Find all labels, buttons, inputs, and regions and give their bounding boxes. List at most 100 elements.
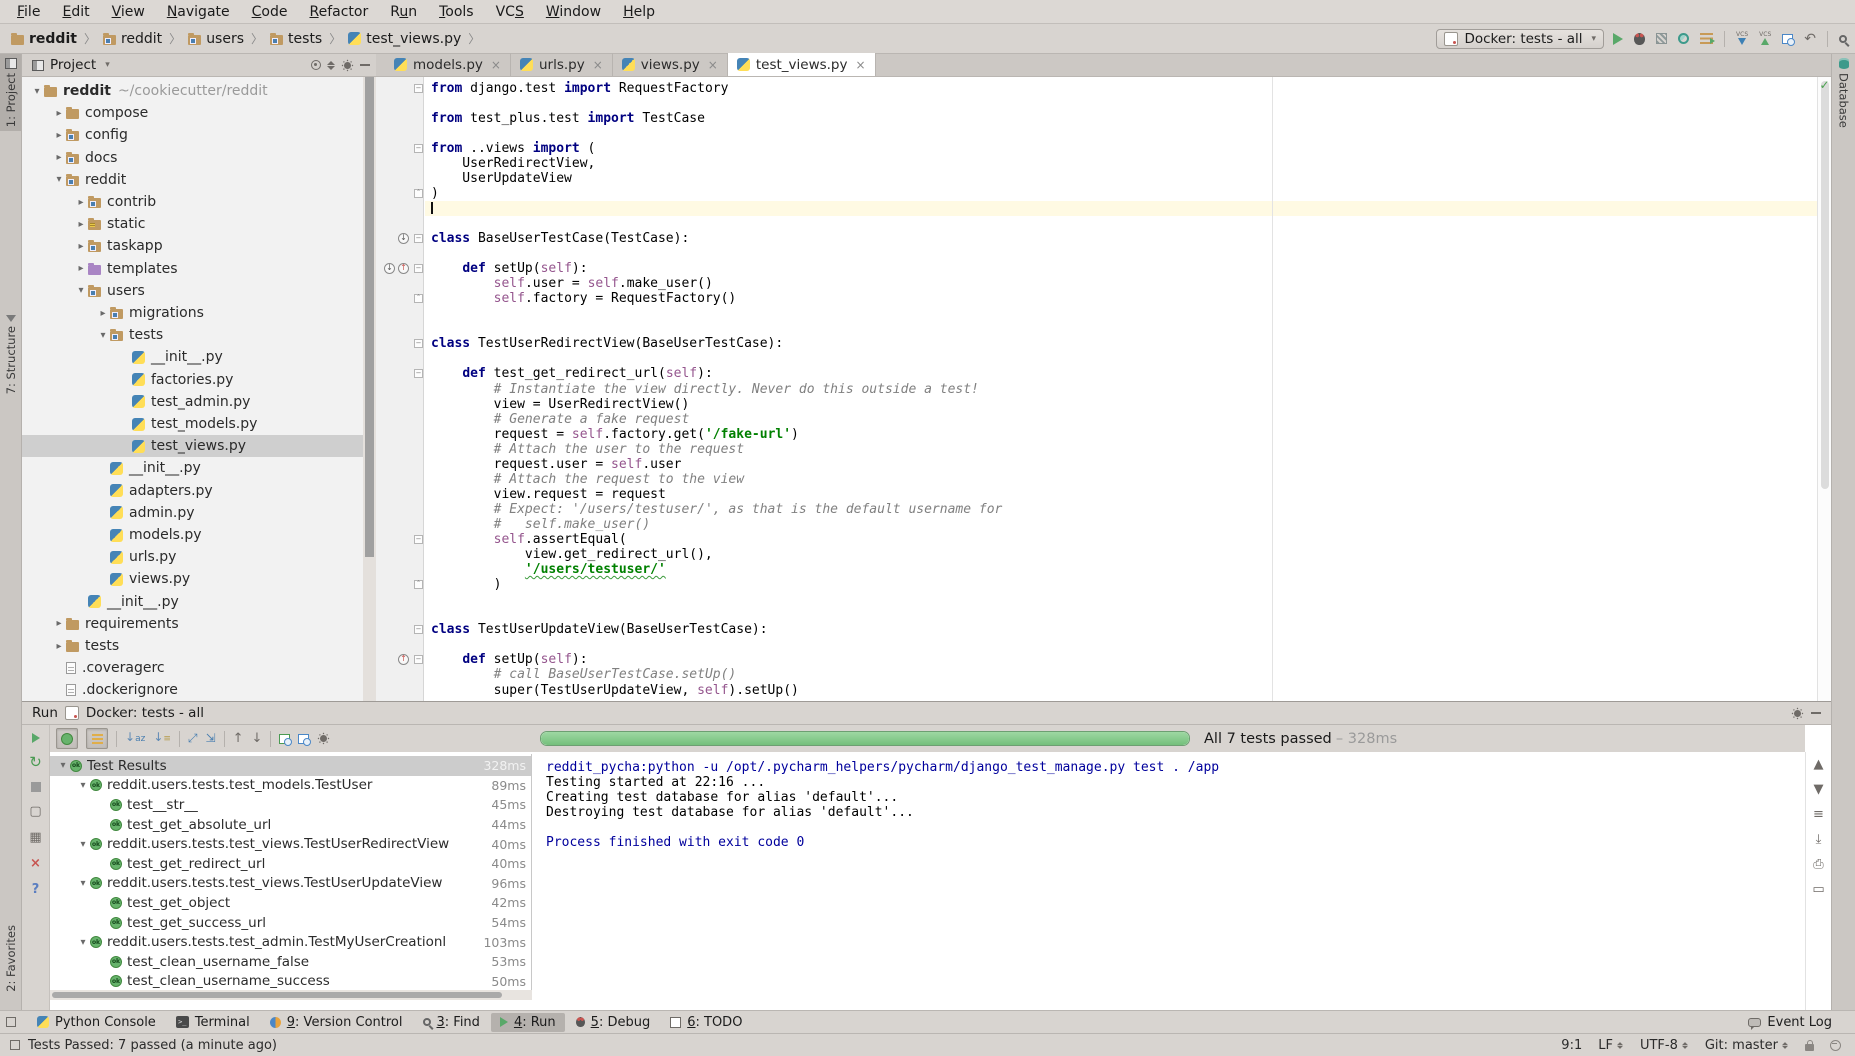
tree-expanded-icon[interactable]: ▾ bbox=[56, 760, 70, 771]
expand-all-icon[interactable]: ⤢ bbox=[188, 732, 198, 745]
close-icon[interactable]: × bbox=[856, 58, 866, 72]
incoming-changes-icon[interactable] bbox=[1782, 34, 1793, 44]
project-tree-item[interactable]: __init__.py bbox=[22, 346, 363, 368]
toolwindow-button-4-run[interactable]: 4: Run bbox=[491, 1013, 565, 1032]
stripe-item-favorites[interactable]: 2: Favorites bbox=[0, 921, 21, 996]
fold-start-icon[interactable]: − bbox=[414, 234, 423, 243]
fold-end-icon[interactable]: ˄ bbox=[414, 580, 423, 589]
project-tree-item[interactable]: adapters.py bbox=[22, 480, 363, 502]
menu-run[interactable]: Run bbox=[379, 4, 428, 20]
test-tree-item[interactable]: oktest_get_object42ms bbox=[50, 893, 531, 913]
tree-collapsed-icon[interactable]: ▸ bbox=[74, 263, 88, 274]
test-tree-item[interactable]: oktest__str__45ms bbox=[50, 795, 531, 815]
project-tree-item[interactable]: __init__.py bbox=[22, 457, 363, 479]
status-widget-git-master[interactable]: Git: master bbox=[1705, 1038, 1789, 1053]
project-tree-item[interactable]: ▸requirements bbox=[22, 613, 363, 635]
menu-view[interactable]: View bbox=[101, 4, 156, 20]
menu-window[interactable]: Window bbox=[535, 4, 612, 20]
fold-start-icon[interactable]: − bbox=[414, 84, 423, 93]
project-tree-item[interactable]: ▾users bbox=[22, 280, 363, 302]
tree-expanded-icon[interactable]: ▾ bbox=[76, 878, 90, 889]
stop-icon[interactable] bbox=[31, 782, 41, 792]
tool-windows-toggle-icon[interactable] bbox=[6, 1017, 16, 1027]
status-widget-lf[interactable]: LF bbox=[1598, 1038, 1624, 1053]
menu-vcs[interactable]: VCS bbox=[485, 4, 535, 20]
test-tree-item[interactable]: ▾okTest Results328ms bbox=[50, 756, 531, 776]
project-tree-item[interactable]: ▸compose bbox=[22, 102, 363, 124]
tree-expanded-icon[interactable]: ▾ bbox=[74, 285, 88, 296]
menu-help[interactable]: Help bbox=[612, 4, 666, 20]
toolwindow-button-event-log[interactable]: Event Log bbox=[1739, 1013, 1841, 1032]
project-tree-item[interactable]: __init__.py bbox=[22, 591, 363, 613]
tree-collapsed-icon[interactable]: ▸ bbox=[74, 241, 88, 252]
test-tree-item[interactable]: ▾okreddit.users.tests.test_views.TestUse… bbox=[50, 834, 531, 854]
tree-collapsed-icon[interactable]: ▸ bbox=[52, 618, 66, 629]
collapse-all-icon[interactable] bbox=[327, 61, 335, 70]
toolwindow-button-9-version-control[interactable]: 9: Version Control bbox=[261, 1013, 412, 1032]
project-tree-item[interactable]: ▸migrations bbox=[22, 302, 363, 324]
overridden-method-icon[interactable]: ↓ bbox=[384, 263, 395, 274]
project-tree-item[interactable]: admin.py bbox=[22, 502, 363, 524]
show-passed-toggle[interactable] bbox=[56, 728, 78, 749]
project-tree-item[interactable]: ▸contrib bbox=[22, 191, 363, 213]
help-icon[interactable]: ? bbox=[32, 883, 40, 896]
run-configuration-select[interactable]: Docker: tests - all ▾ bbox=[1436, 29, 1604, 49]
next-occurrence-icon[interactable]: ↓ bbox=[252, 732, 263, 745]
project-tree-item[interactable]: ▾tests bbox=[22, 324, 363, 346]
sort-by-duration-icon[interactable]: ↓≡ bbox=[153, 731, 171, 746]
project-scrollbar[interactable] bbox=[363, 77, 376, 701]
vcs-push-icon[interactable]: VCS bbox=[1759, 32, 1771, 45]
scroll-to-end-icon[interactable]: ⤓ bbox=[1816, 833, 1822, 846]
tree-expanded-icon[interactable]: ▾ bbox=[76, 780, 90, 791]
menu-edit[interactable]: Edit bbox=[51, 4, 100, 20]
close-icon[interactable]: × bbox=[30, 857, 41, 870]
gear-icon[interactable] bbox=[344, 62, 351, 69]
coverage-icon[interactable] bbox=[1656, 33, 1667, 44]
project-tree-item[interactable]: ▸docs bbox=[22, 147, 363, 169]
test-tree-item[interactable]: oktest_get_absolute_url44ms bbox=[50, 815, 531, 835]
tab-test_views-py[interactable]: test_views.py× bbox=[728, 53, 876, 76]
test-tree-item[interactable]: ▾okreddit.users.tests.test_views.TestUse… bbox=[50, 874, 531, 894]
test-tree-hscrollbar[interactable] bbox=[50, 990, 532, 1000]
project-tree-item[interactable]: views.py bbox=[22, 568, 363, 590]
search-everywhere-icon[interactable] bbox=[1839, 35, 1847, 43]
clear-all-icon[interactable]: ▭ bbox=[1812, 883, 1824, 896]
breadcrumb-item[interactable]: reddit bbox=[8, 30, 80, 48]
test-tree-item[interactable]: oktest_get_redirect_url40ms bbox=[50, 854, 531, 874]
fold-start-icon[interactable]: − bbox=[414, 144, 423, 153]
project-tree-item[interactable]: ▸config bbox=[22, 124, 363, 146]
vcs-update-icon[interactable]: VCS bbox=[1736, 32, 1748, 45]
scroll-down-icon[interactable]: ▼ bbox=[1814, 783, 1824, 796]
editor-scrollbar[interactable]: ✓ bbox=[1817, 77, 1831, 701]
tree-collapsed-icon[interactable]: ▸ bbox=[52, 108, 66, 119]
hide-panel-icon[interactable] bbox=[360, 64, 370, 66]
tab-views-py[interactable]: views.py× bbox=[613, 53, 728, 76]
breadcrumb-item[interactable]: reddit bbox=[100, 30, 165, 48]
run-console[interactable]: reddit_pycha:python -u /opt/.pycharm_hel… bbox=[532, 752, 1805, 1010]
breadcrumb-item[interactable]: users bbox=[185, 30, 247, 48]
hector-inspections-icon[interactable] bbox=[1830, 1040, 1841, 1051]
status-widget-9-1[interactable]: 9:1 bbox=[1561, 1038, 1582, 1053]
code-editor[interactable]: ↓↑↓↑−−−−−−−−−˄˄˄ from django.test import… bbox=[376, 77, 1831, 701]
menu-tools[interactable]: Tools bbox=[428, 4, 485, 20]
project-tree-item[interactable]: ▾reddit~/cookiecutter/reddit bbox=[22, 80, 363, 102]
fold-end-icon[interactable]: ˄ bbox=[414, 294, 423, 303]
pin-icon[interactable]: ▦ bbox=[29, 831, 41, 844]
restore-layout-icon[interactable]: ▢ bbox=[29, 805, 41, 818]
rollback-icon[interactable]: ↶ bbox=[1804, 33, 1816, 45]
project-tree-item[interactable]: test_admin.py bbox=[22, 391, 363, 413]
tree-expanded-icon[interactable]: ▾ bbox=[76, 937, 90, 948]
project-tree-item[interactable]: ▸tests bbox=[22, 635, 363, 657]
export-test-results-icon[interactable] bbox=[279, 734, 290, 744]
test-tree-item[interactable]: oktest_get_success_url54ms bbox=[50, 913, 531, 933]
stripe-item-project[interactable]: 1: Project bbox=[0, 54, 21, 131]
tree-collapsed-icon[interactable]: ▸ bbox=[52, 152, 66, 163]
tree-collapsed-icon[interactable]: ▸ bbox=[52, 641, 66, 652]
fold-start-icon[interactable]: − bbox=[414, 625, 423, 634]
tree-collapsed-icon[interactable]: ▸ bbox=[52, 130, 66, 141]
breadcrumb-item[interactable]: test_views.py bbox=[345, 30, 464, 48]
stripe-item-database[interactable]: Database bbox=[1832, 54, 1855, 132]
fold-start-icon[interactable]: − bbox=[414, 655, 423, 664]
show-ignored-toggle[interactable] bbox=[86, 728, 108, 749]
debug-icon[interactable] bbox=[1634, 33, 1645, 45]
